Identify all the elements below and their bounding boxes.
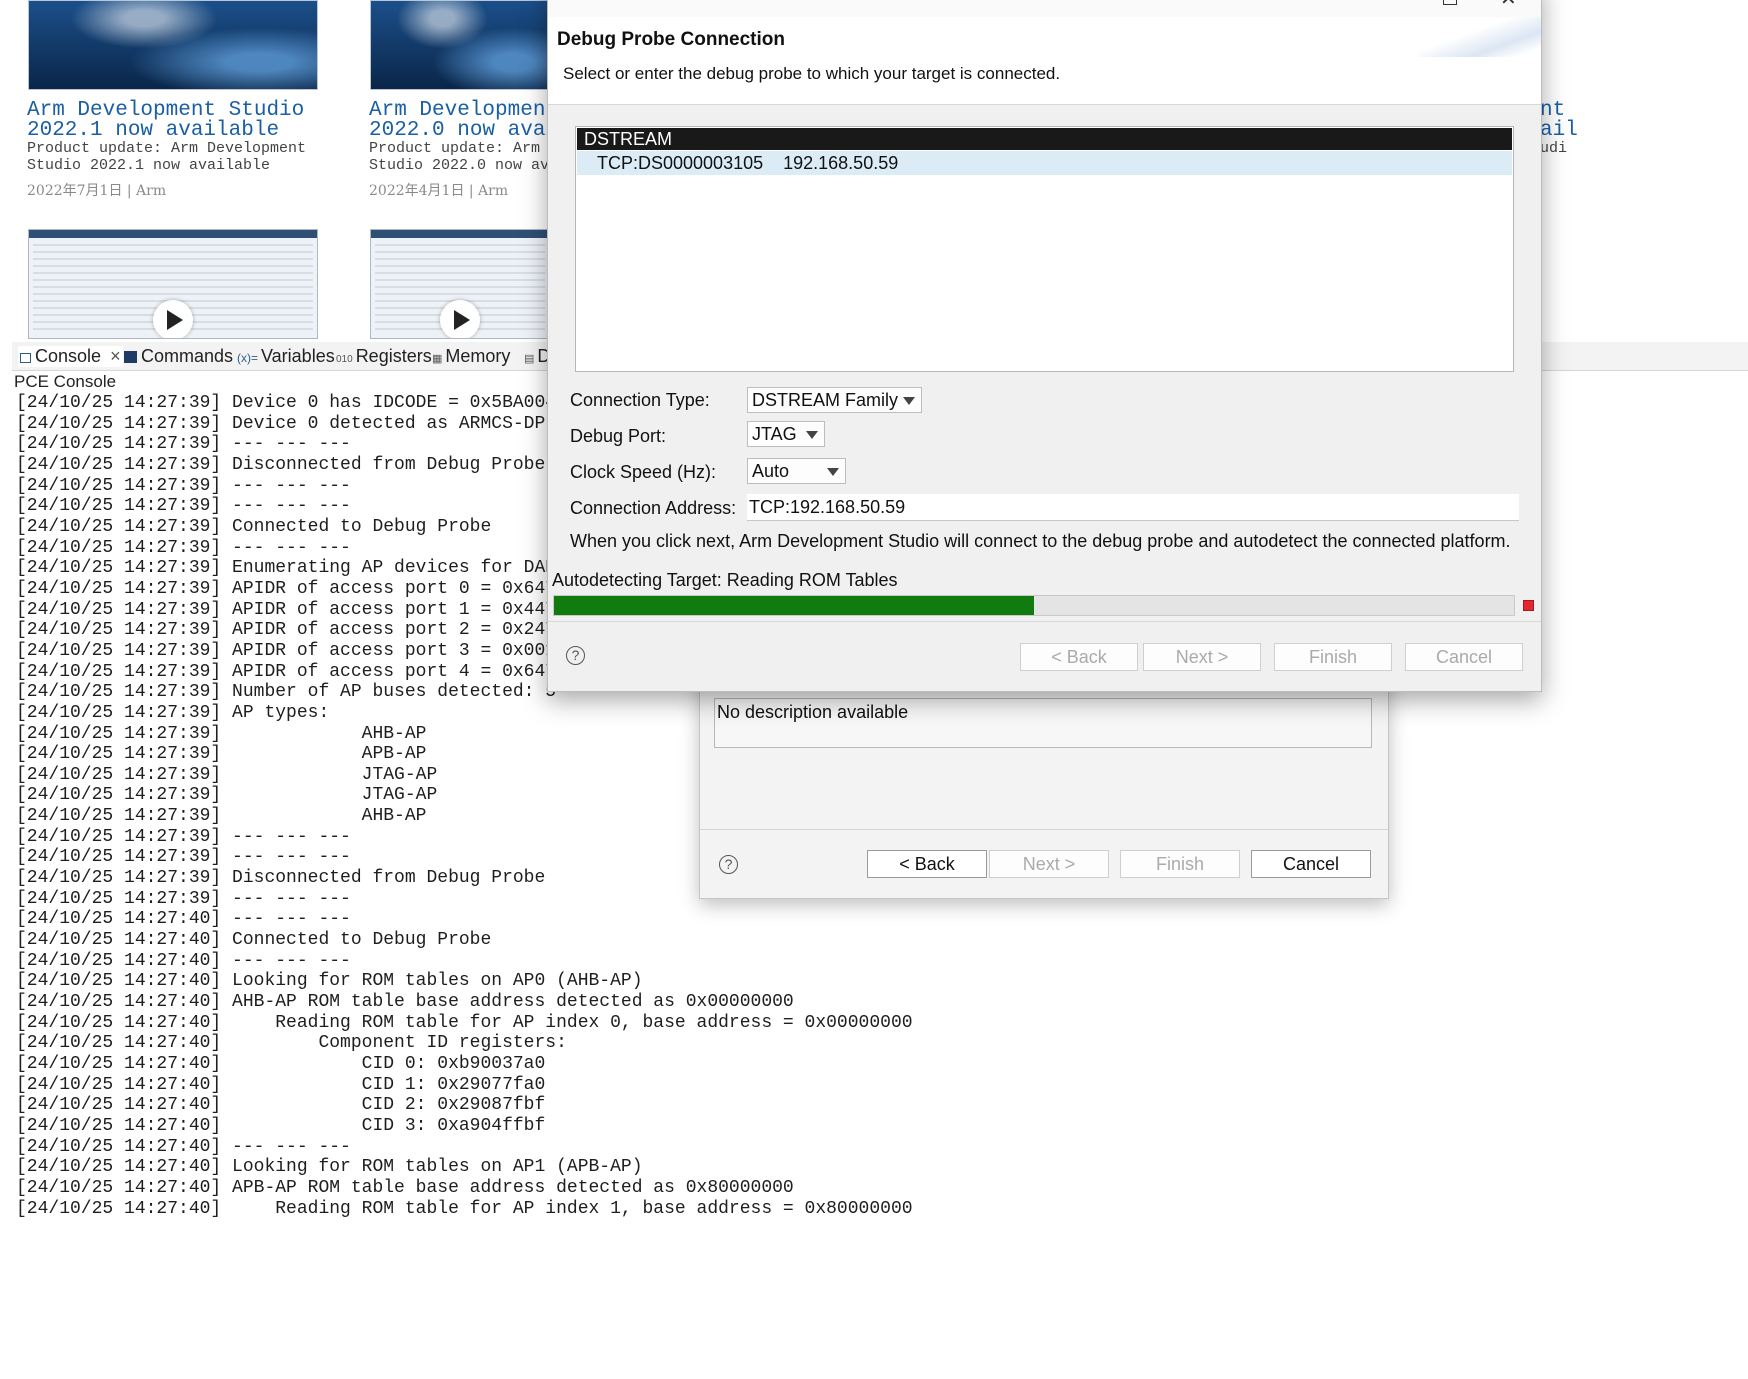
close-icon[interactable]: ✕: [1500, 0, 1517, 11]
progress-bar: [553, 595, 1515, 616]
tab-registers[interactable]: 010 Registers: [336, 346, 432, 367]
news-thumbnail-1[interactable]: [28, 0, 318, 90]
clock-speed-value: Auto: [752, 461, 790, 481]
registers-icon: 010: [336, 354, 353, 365]
console-line: [24/10/25 14:27:40] Connected to Debug P…: [16, 930, 492, 951]
parent-wizard-dialog: No description available ? < Back Next >…: [699, 660, 1389, 899]
commands-icon: [124, 351, 137, 363]
probe-group-header[interactable]: DSTREAM: [577, 128, 1512, 150]
tab-memory[interactable]: ▦ Memory: [432, 346, 510, 367]
video-thumbnail-2[interactable]: [370, 229, 550, 339]
divider: [548, 621, 1541, 622]
console-line: [24/10/25 14:27:40] Looking for ROM tabl…: [16, 1157, 643, 1178]
header-banner: [1418, 17, 1541, 57]
next-button[interactable]: Next >: [1143, 643, 1261, 671]
progress-label: Autodetecting Target: Reading ROM Tables: [552, 570, 898, 590]
back-button[interactable]: < Back: [867, 850, 987, 878]
news-thumbnail-2[interactable]: [370, 0, 550, 90]
news-title-1a[interactable]: Arm Development Studio: [27, 100, 304, 121]
dialog-title: Debug Probe Connection: [557, 29, 785, 50]
tab-console-label: Console: [35, 346, 102, 366]
news-title-3b[interactable]: ail: [1540, 120, 1578, 141]
console-title: PCE Console: [14, 372, 117, 391]
debug-port-select[interactable]: JTAG: [747, 421, 825, 447]
chevron-down-icon: [827, 468, 839, 476]
video-thumbnail-1[interactable]: [28, 229, 318, 339]
tab-console[interactable]: Console ×: [18, 346, 123, 367]
tab-variables[interactable]: (x)= Variables: [237, 346, 335, 367]
cancel-button[interactable]: Cancel: [1405, 643, 1523, 671]
console-line: [24/10/25 14:27:40] Looking for ROM tabl…: [16, 971, 643, 992]
memory-icon: ▦: [432, 353, 443, 365]
stop-icon[interactable]: [1523, 600, 1534, 611]
back-button[interactable]: < Back: [1020, 643, 1138, 671]
progress-fill: [554, 596, 1034, 615]
variables-icon: (x)=: [237, 351, 258, 365]
console-line: [24/10/25 14:27:40] CID 1: 0x29077fa0: [16, 1074, 546, 1095]
news-title-1b[interactable]: 2022.1 now available: [27, 120, 279, 141]
news-desc-2b: Studio 2022.0 now avai: [369, 157, 568, 174]
console-line: [24/10/25 14:27:40] CID 0: 0xb90037a0: [16, 1054, 546, 1074]
news-desc-1a: Product update: Arm Development: [27, 140, 307, 157]
connection-type-select[interactable]: DSTREAM Family: [747, 387, 922, 413]
play-icon[interactable]: [440, 300, 480, 338]
maximize-icon[interactable]: [1443, 0, 1457, 5]
tab-variables-label: Variables: [261, 346, 335, 366]
finish-button[interactable]: Finish: [1120, 850, 1240, 878]
tab-commands-label: Commands: [141, 346, 234, 366]
news-title-3a[interactable]: nt: [1540, 100, 1565, 121]
play-icon[interactable]: [153, 300, 193, 338]
description-box: No description available: [714, 698, 1372, 748]
finish-button[interactable]: Finish: [1274, 643, 1392, 671]
console-line: [24/10/25 14:27:40] --- --- ---: [16, 950, 351, 971]
cancel-button[interactable]: Cancel: [1251, 850, 1371, 878]
tab-memory-label: Memory: [445, 346, 511, 366]
connection-type-label: Connection Type:: [570, 390, 710, 410]
console-line: [24/10/25 14:27:40] APB-AP ROM table bas…: [16, 1177, 794, 1198]
debug-port-value: JTAG: [752, 424, 797, 444]
connection-address-label: Connection Address:: [570, 498, 737, 518]
chevron-down-icon: [806, 431, 818, 439]
news-desc-3: udi: [1540, 140, 1568, 157]
next-button[interactable]: Next >: [989, 850, 1109, 878]
console-line: [24/10/25 14:27:40] Component ID registe…: [16, 1033, 567, 1054]
connection-address-field[interactable]: TCP:192.168.50.59: [747, 494, 1519, 521]
chevron-down-icon: [903, 397, 915, 405]
probe-list-item[interactable]: TCP:DS0000003105 192.168.50.59: [577, 151, 1512, 175]
clock-speed-label: Clock Speed (Hz):: [570, 462, 717, 482]
tab-commands[interactable]: Commands: [124, 346, 233, 367]
help-icon[interactable]: ?: [719, 855, 738, 874]
news-desc-2a: Product update: Arm De: [369, 140, 568, 157]
console-line: [24/10/25 14:27:40] Reading ROM table fo…: [16, 1012, 913, 1033]
help-icon[interactable]: ?: [566, 646, 585, 665]
console-line: [24/10/25 14:27:40] --- --- ---: [16, 1136, 351, 1157]
connection-type-value: DSTREAM Family: [752, 390, 899, 410]
tab-registers-label: Registers: [355, 346, 432, 366]
console-line: [24/10/25 14:27:40] Reading ROM table fo…: [16, 1198, 913, 1219]
info-text: When you click next, Arm Development Stu…: [570, 531, 1511, 551]
close-icon[interactable]: ×: [110, 346, 121, 366]
probe-list[interactable]: DSTREAM TCP:DS0000003105 192.168.50.59: [575, 126, 1514, 372]
news-date-1: 2022年7月1日 | Arm: [27, 183, 167, 199]
dialog-titlebar: ✕: [548, 0, 1541, 17]
console-line: [24/10/25 14:27:40] CID 2: 0x29087fbf: [16, 1095, 546, 1116]
divider: [700, 829, 1388, 830]
console-icon: [20, 353, 31, 363]
news-desc-1b: Studio 2022.1 now available: [27, 157, 271, 174]
console-line: [24/10/25 14:27:40] AHB-AP ROM table bas…: [16, 992, 794, 1013]
news-date-2: 2022年4月1日 | Arm: [369, 183, 509, 199]
clock-speed-select[interactable]: Auto: [747, 458, 846, 484]
dialog-header: Debug Probe Connection Select or enter t…: [548, 17, 1541, 105]
dialog-subtitle: Select or enter the debug probe to which…: [563, 64, 1061, 83]
debug-port-label: Debug Port:: [570, 426, 667, 446]
console-line: [24/10/25 14:27:40] --- --- ---: [16, 909, 351, 930]
disassembly-icon: ▤: [524, 353, 535, 365]
debug-probe-connection-dialog: ✕ Debug Probe Connection Select or enter…: [547, 0, 1542, 692]
console-line: [24/10/25 14:27:40] CID 3: 0xa904ffbf: [16, 1115, 546, 1136]
